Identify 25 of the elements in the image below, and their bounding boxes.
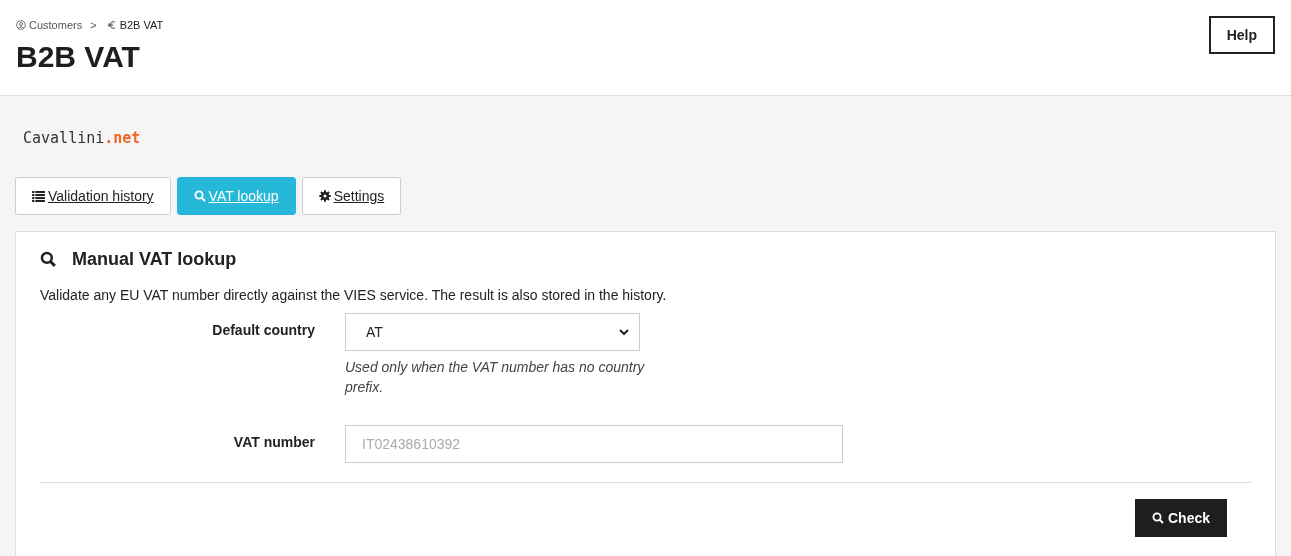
logo-suffix: .net [104, 129, 141, 147]
help-button[interactable]: Help [1208, 16, 1275, 54]
search-icon [1151, 512, 1164, 524]
breadcrumb-link[interactable]: Customers [29, 19, 83, 31]
euro-icon [106, 20, 117, 30]
field-label: VAT number [232, 433, 315, 452]
field-label: Default country [211, 321, 315, 340]
country-select[interactable]: AT [345, 313, 640, 351]
breadcrumb-separator: > [90, 19, 97, 31]
vat-number-field[interactable]: IT02438610392 [345, 425, 843, 463]
list-icon [32, 190, 45, 202]
tab[interactable]: Validation history [15, 177, 171, 215]
check-button[interactable]: Check [1134, 499, 1227, 537]
page-title: B2B VAT [16, 40, 141, 74]
panel-title: Manual VAT lookup [72, 248, 237, 270]
panel-description: Validate any EU VAT number directly against the VIES service. The result is also stored in the history. [40, 287, 668, 303]
user-circle-icon [16, 20, 26, 30]
field-help: Used only when the VAT number has no country prefix. [345, 358, 645, 397]
search-icon [40, 251, 56, 267]
tab[interactable]: Settings [301, 177, 402, 215]
gear-icon [318, 190, 331, 202]
breadcrumb-link[interactable]: B2B VAT [119, 19, 164, 31]
logo-name: Cavallini [23, 129, 105, 147]
search-icon [193, 190, 206, 202]
chevron-down-icon [619, 329, 629, 335]
